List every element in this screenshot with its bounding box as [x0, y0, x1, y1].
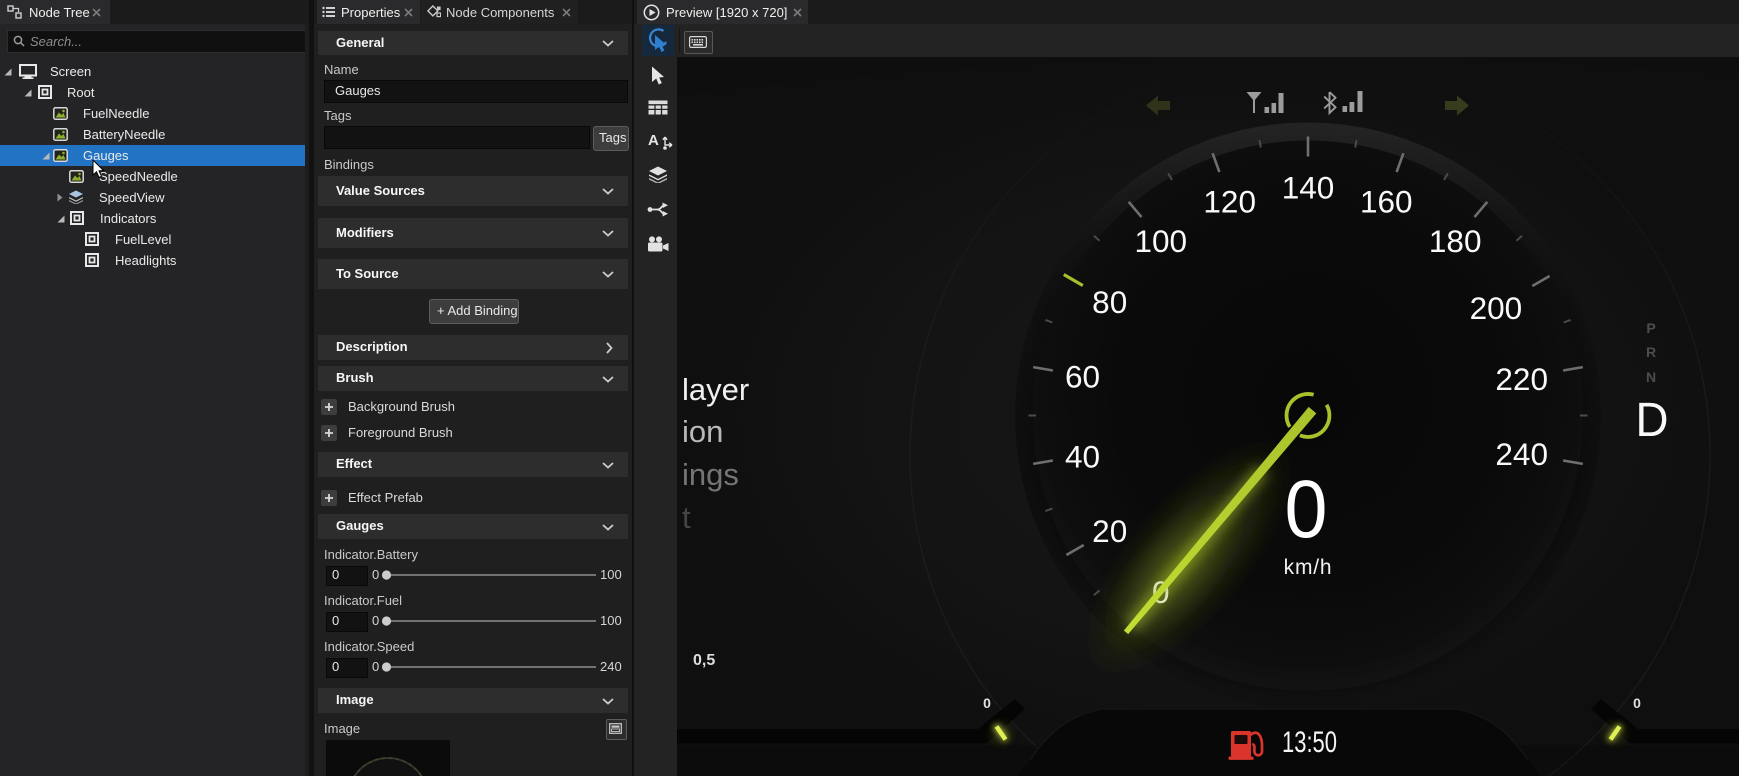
svg-text:160: 160 [1360, 183, 1413, 219]
svg-text:80: 80 [1092, 284, 1127, 320]
svg-text:ings: ings [682, 457, 739, 492]
svg-text:layer: layer [682, 372, 749, 407]
svg-text:120: 120 [1203, 183, 1256, 219]
svg-text:60: 60 [1065, 359, 1100, 395]
svg-text:40: 40 [1065, 438, 1100, 474]
svg-text:N: N [1646, 369, 1656, 385]
svg-text:ion: ion [682, 414, 723, 449]
svg-text:13:50: 13:50 [1282, 726, 1337, 759]
svg-text:0: 0 [1285, 464, 1328, 555]
svg-text:200: 200 [1470, 290, 1523, 326]
svg-text:180: 180 [1429, 223, 1482, 259]
svg-text:20: 20 [1092, 513, 1127, 549]
svg-text:100: 100 [1135, 223, 1188, 259]
svg-text:0: 0 [1633, 695, 1641, 711]
svg-text:km/h: km/h [1284, 556, 1333, 579]
svg-text:140: 140 [1282, 170, 1335, 206]
svg-text:P: P [1646, 320, 1655, 336]
svg-text:0,5: 0,5 [693, 652, 715, 669]
svg-text:240: 240 [1495, 436, 1548, 472]
svg-text:R: R [1646, 344, 1656, 360]
svg-text:220: 220 [1495, 361, 1548, 397]
svg-text:0: 0 [983, 695, 991, 711]
svg-text:D: D [1636, 394, 1669, 447]
svg-text:t: t [682, 500, 691, 535]
